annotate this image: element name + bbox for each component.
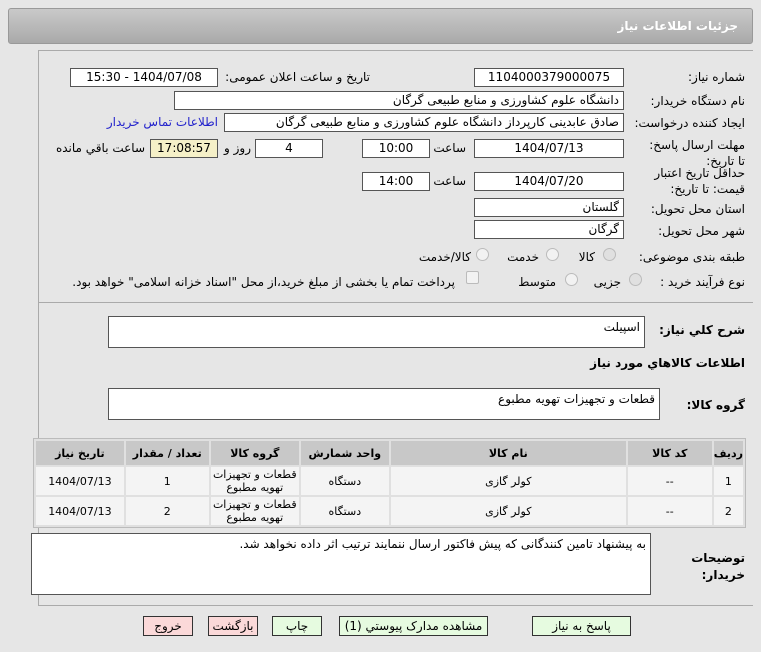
cell-group: قطعات و تجهیزات تهویه مطبوع: [210, 497, 299, 525]
validity-label: حداقل تاریخ اعتبار قیمت: تا تاریخ:: [654, 166, 745, 196]
reply-button[interactable]: پاسخ به نیاز: [532, 616, 631, 636]
process-option-medium: متوسط: [518, 275, 556, 289]
cell-date: 1404/07/13: [36, 497, 124, 525]
cell-code: --: [627, 497, 712, 525]
validity-date-field: 1404/07/20: [474, 172, 624, 191]
goods-section-title: اطلاعات کالاهاي مورد نياز: [590, 356, 745, 370]
cell-qty: 2: [125, 497, 209, 525]
col-unit: واحد شمارش: [300, 441, 389, 465]
table-header-row: ردیف کد کالا نام کالا واحد شمارش گروه کا…: [36, 441, 743, 465]
cell-qty: 1: [125, 467, 209, 495]
days-label: روز و: [224, 141, 251, 155]
category-radio-goods[interactable]: [603, 248, 616, 261]
cell-unit: دستگاه: [300, 467, 389, 495]
summary-label: شرح کلي نياز:: [659, 323, 745, 337]
process-label: نوع فرآیند خرید :: [660, 275, 745, 289]
category-option-both: کالا/خدمت: [418, 250, 471, 264]
need-number-label: شماره نیاز:: [688, 70, 745, 84]
process-radio-medium[interactable]: [565, 273, 578, 286]
remaining-label: ساعت باقي مانده: [55, 141, 145, 155]
cell-name: کولر گازی: [390, 497, 626, 525]
table-row: 1 -- کولر گازی دستگاه قطعات و تجهیزات تهویه …: [36, 467, 743, 495]
category-radio-service[interactable]: [546, 248, 559, 261]
deadline-date-field: 1404/07/13: [474, 139, 624, 158]
cell-code: --: [627, 467, 712, 495]
treasury-payment-checkbox[interactable]: [466, 271, 479, 284]
col-qty: تعداد / مقدار: [125, 441, 209, 465]
group-textarea[interactable]: قطعات و تجهیزات تهویه مطبوع: [108, 388, 660, 420]
payment-note: پرداخت تمام یا بخشی از مبلغ خرید،از محل …: [72, 275, 455, 289]
back-button[interactable]: بازگشت: [208, 616, 258, 636]
creator-label: ایجاد کننده درخواست:: [634, 116, 745, 130]
validity-time-label: ساعت: [433, 174, 466, 188]
divider: [38, 302, 753, 303]
remaining-time-field: 17:08:57: [150, 139, 218, 158]
exit-button[interactable]: خروج: [143, 616, 193, 636]
cell-row: 1: [713, 467, 743, 495]
cell-group: قطعات و تجهیزات تهویه مطبوع: [210, 467, 299, 495]
validity-time-field: 14:00: [362, 172, 430, 191]
group-label: گروه کالا:: [686, 398, 745, 412]
col-name: نام کالا: [390, 441, 626, 465]
province-label: استان محل تحویل:: [650, 202, 745, 216]
buyer-label: نام دستگاه خريدار:: [650, 94, 746, 108]
page-header: جزئیات اطلاعات نیاز: [8, 8, 753, 44]
announce-field: 1404/07/08 - 15:30: [70, 68, 218, 87]
city-label: شهر محل تحویل:: [658, 224, 745, 238]
col-group: گروه کالا: [210, 441, 299, 465]
city-field: گرگان: [474, 220, 624, 239]
notes-textarea[interactable]: به پیشنهاد تامین کنندگانی که پیش فاکتور …: [31, 533, 651, 595]
notes-label: توضیحات خریدار:: [691, 551, 745, 582]
deadline-time-field: 10:00: [362, 139, 430, 158]
process-option-minor: جزیی: [593, 275, 621, 289]
cell-unit: دستگاه: [300, 497, 389, 525]
category-option-service: خدمت: [507, 250, 539, 264]
province-field: گلستان: [474, 198, 624, 217]
col-row: ردیف: [713, 441, 743, 465]
print-button[interactable]: چاپ: [272, 616, 322, 636]
goods-table: ردیف کد کالا نام کالا واحد شمارش گروه کا…: [33, 438, 746, 528]
buyer-contact-link[interactable]: اطلاعات تماس خريدار: [107, 115, 218, 129]
creator-field: صادق عابدینی کارپرداز دانشگاه علوم کشاور…: [224, 113, 624, 132]
category-label: طبقه بندی موضوعی:: [638, 250, 745, 264]
cell-name: کولر گازی: [390, 467, 626, 495]
buyer-field: دانشگاه علوم کشاورزی و منابع طبیعی گرگان: [174, 91, 624, 110]
page-title: جزئیات اطلاعات نیاز: [617, 19, 738, 33]
col-date: تاریخ نیاز: [36, 441, 124, 465]
view-attachments-button[interactable]: مشاهده مدارک پیوستي (1): [339, 616, 488, 636]
category-option-goods: کالا: [578, 250, 595, 264]
cell-row: 2: [713, 497, 743, 525]
summary-textarea[interactable]: اسپیلت: [108, 316, 645, 348]
category-radio-both[interactable]: [476, 248, 489, 261]
cell-date: 1404/07/13: [36, 467, 124, 495]
table-row: 2 -- کولر گازی دستگاه قطعات و تجهیزات تهویه …: [36, 497, 743, 525]
announce-label: تاریخ و ساعت اعلان عمومی:: [225, 70, 370, 84]
need-number-field: 1104000379000075: [474, 68, 624, 87]
process-radio-minor[interactable]: [629, 273, 642, 286]
col-code: کد کالا: [627, 441, 712, 465]
days-field: 4: [255, 139, 323, 158]
deadline-time-label: ساعت: [433, 141, 466, 155]
